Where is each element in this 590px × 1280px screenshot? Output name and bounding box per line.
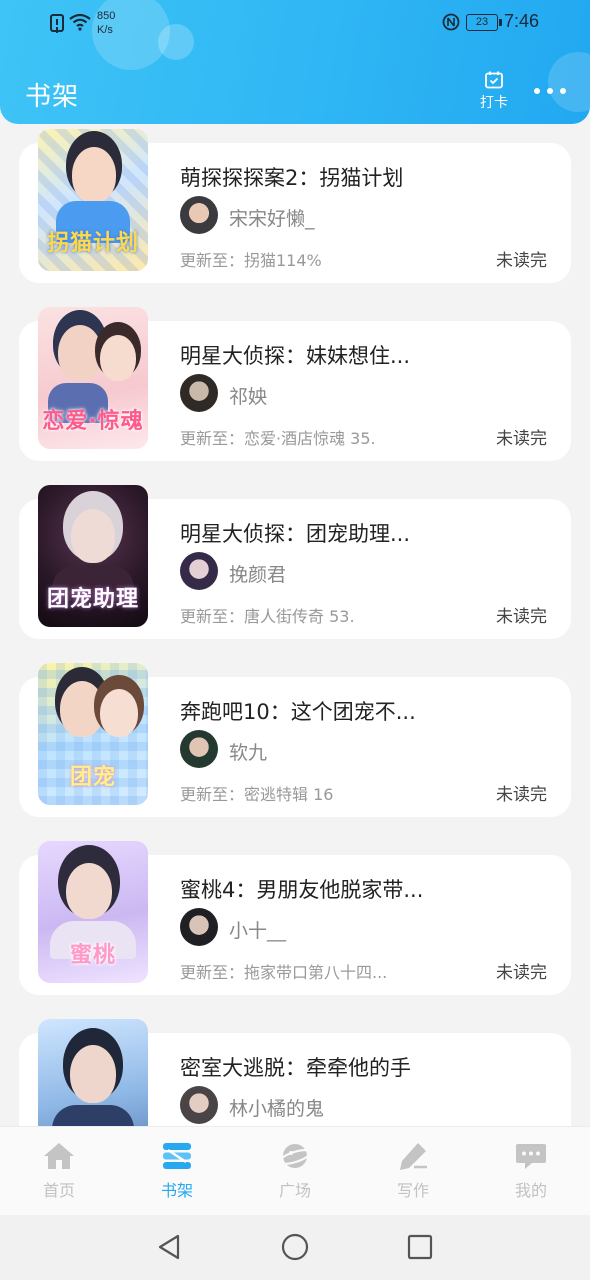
book-cover[interactable]: 蜜桃	[38, 841, 148, 983]
planet-icon	[278, 1144, 312, 1168]
speed-unit: K/s	[97, 24, 113, 36]
book-cover[interactable]: 团宠助理	[38, 485, 148, 627]
author-avatar	[180, 730, 218, 768]
update-progress: 更新至：密逃特辑 16	[180, 785, 334, 804]
decor-bubble	[548, 52, 590, 112]
app-header: 850 K/s 23 7:46 书架 打卡	[0, 0, 590, 124]
bookshelf-list[interactable]: 拐猫计划 萌探探探案2：拐猫计划 宋宋好懒_ 更新至：拐猫114% 未读完 恋爱…	[0, 124, 590, 1126]
book-cover[interactable]: 恋爱·惊魂	[38, 307, 148, 449]
chat-bubble-icon	[516, 1144, 546, 1169]
battery-indicator: 23	[466, 14, 502, 31]
clock: 7:46	[504, 11, 540, 31]
book-title: 奔跑吧10：这个团宠不...	[180, 700, 416, 724]
tab-label: 首页	[42, 1181, 75, 1200]
read-status: 未读完	[496, 963, 547, 983]
book-cover[interactable]: 拐猫计划	[38, 129, 148, 271]
speed-value: 850	[97, 10, 116, 22]
author-avatar	[180, 1086, 218, 1124]
update-progress: 更新至：拐猫114%	[180, 251, 322, 270]
tab-label: 书架	[160, 1181, 193, 1200]
tab-label: 广场	[278, 1181, 311, 1200]
pen-icon	[400, 1143, 427, 1170]
book-title: 明星大侦探：团宠助理...	[180, 522, 411, 546]
author-avatar	[180, 552, 218, 590]
book-title: 萌探探探案2：拐猫计划	[180, 166, 404, 190]
status-bar: 850 K/s 23 7:46	[0, 0, 590, 46]
page-title: 书架	[25, 82, 80, 112]
tab-label: 写作	[396, 1181, 429, 1200]
author-name: 小十__	[229, 920, 287, 942]
author-name: 宋宋好懒_	[229, 208, 315, 230]
sim-alert-icon	[50, 14, 64, 32]
calendar-check-icon	[485, 71, 503, 89]
author-avatar	[180, 374, 218, 412]
read-status: 未读完	[496, 607, 547, 627]
tab-profile[interactable]: 我的	[496, 1141, 566, 1201]
back-icon[interactable]	[156, 1233, 182, 1261]
tab-write[interactable]: 写作	[378, 1141, 448, 1201]
tab-label: 我的	[514, 1181, 547, 1200]
author-name: 林小橘的鬼	[229, 1098, 325, 1120]
book-title: 密室大逃脱：牵牵他的手	[180, 1056, 411, 1080]
tab-home[interactable]: 首页	[24, 1141, 94, 1201]
update-progress: 更新至：唐人街传奇 53.	[180, 607, 355, 626]
author-avatar	[180, 908, 218, 946]
wifi-icon	[69, 13, 91, 31]
author-name: 挽颜君	[229, 564, 287, 586]
author-avatar	[180, 196, 218, 234]
dot-icon	[547, 88, 553, 94]
read-status: 未读完	[496, 785, 547, 805]
home-icon	[44, 1143, 74, 1169]
network-speed: 850 K/s	[97, 9, 115, 37]
update-progress: 更新至：恋爱·酒店惊魂 35.	[180, 429, 376, 448]
checkin-label: 打卡	[480, 95, 508, 111]
dot-icon	[560, 88, 566, 94]
book-title: 蜜桃4：男朋友他脱家带...	[180, 878, 424, 902]
author-name: 软九	[229, 742, 268, 764]
bottom-tab-bar: 首页 书架 广场 写作 我的	[0, 1126, 590, 1215]
book-cover[interactable]	[38, 1019, 148, 1126]
home-circle-icon[interactable]	[281, 1233, 309, 1261]
recent-apps-icon[interactable]	[407, 1233, 433, 1261]
bookshelf-icon	[163, 1143, 191, 1169]
nfc-icon	[442, 13, 460, 31]
dot-icon	[534, 88, 540, 94]
author-name: 祁姎	[229, 386, 268, 408]
read-status: 未读完	[496, 429, 547, 449]
system-navigation-bar	[0, 1215, 590, 1280]
update-progress: 更新至：拖家带口第八十四...	[180, 963, 388, 982]
book-title: 明星大侦探：妹妹想住...	[180, 344, 411, 368]
tab-square[interactable]: 广场	[260, 1141, 330, 1201]
book-cover[interactable]: 团宠	[38, 663, 148, 805]
checkin-button[interactable]: 打卡	[474, 70, 514, 112]
tab-bookshelf[interactable]: 书架	[142, 1141, 212, 1201]
more-options-button[interactable]	[532, 86, 568, 98]
read-status: 未读完	[496, 251, 547, 271]
